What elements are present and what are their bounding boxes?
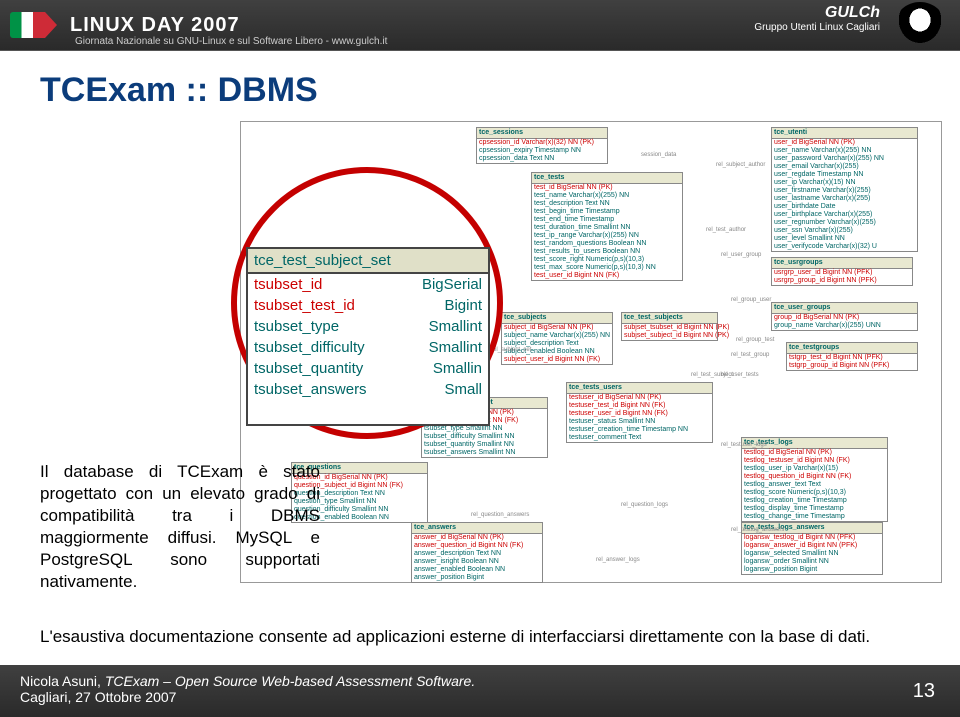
relation-label: rel_question_answers (471, 512, 529, 518)
db-table-utenti: tce_utentiuser_id BigSerial NN (PK)user_… (771, 127, 918, 252)
db-table-subjects: tce_subjectssubject_id BigSerial NN (PK)… (501, 312, 613, 365)
event-subtitle: Giornata Nazionale su GNU-Linux e sul So… (75, 36, 387, 47)
db-table-testslogs: tce_tests_logstestlog_id BigSerial NN (P… (741, 437, 888, 522)
zoom-field-row: tsubset_quantitySmallin (248, 358, 488, 379)
zoom-field-row: tsubset_test_idBigint (248, 295, 488, 316)
relation-label: rel_testlog_answers (731, 527, 784, 533)
er-diagram: tce_test_subject_set tsubset_idBigSerial… (240, 121, 942, 583)
relation-label: rel_answer_logs (596, 557, 640, 563)
event-title: LINUX DAY 2007 (70, 14, 240, 37)
zoom-field-row: tsubset_difficultySmallint (248, 337, 488, 358)
db-table-usrgroups: tce_usrgroupsusrgrp_user_id Bigint NN (P… (771, 257, 913, 286)
relation-label: rel_user_group (721, 252, 761, 258)
zoom-field-row: tsubset_idBigSerial (248, 274, 488, 295)
organization-name: GULCh (754, 4, 880, 22)
organization-subtitle: Gruppo Utenti Linux Cagliari (754, 22, 880, 33)
relation-label: rel_subject_set (491, 347, 531, 353)
paragraph-2: L'esaustiva documentazione consente ad a… (40, 626, 920, 648)
header-bar: LINUX DAY 2007 Giornata Nazionale su GNU… (0, 0, 960, 51)
zoom-field-row: tsubset_answersSmall (248, 379, 488, 400)
relation-label: rel_question_logs (621, 502, 668, 508)
relation-label: rel_test_author (706, 227, 746, 233)
relation-label: rel_group_user (731, 297, 771, 303)
db-table-sessions: tce_sessionscpsession_id Varchar(x)(32) … (476, 127, 608, 164)
footer-bar: Nicola Asuni, TCExam – Open Source Web-b… (0, 665, 960, 717)
organization-block: GULCh Gruppo Utenti Linux Cagliari (754, 4, 880, 33)
page-number: 13 (913, 680, 935, 703)
slide-content: TCExam :: DBMS tce_test_subject_set tsub… (0, 51, 960, 160)
db-table-testsubjects: tce_test_subjectssubjset_tsubset_id Bigi… (621, 312, 718, 341)
relation-label: session_data (641, 152, 676, 158)
relation-label: rel_user_tests (721, 372, 759, 378)
db-table-usergroups: tce_user_groupsgroup_id BigSerial NN (PK… (771, 302, 918, 331)
footer-line2: Cagliari, 27 Ottobre 2007 (20, 689, 940, 705)
relation-label: rel_group_test (736, 337, 774, 343)
zoom-table-name: tce_test_subject_set (248, 249, 488, 274)
footer-line1: Nicola Asuni, TCExam – Open Source Web-b… (20, 673, 940, 689)
slide-heading: TCExam :: DBMS (40, 71, 920, 110)
db-table-tests: tce_teststest_id BigSerial NN (PK)test_n… (531, 172, 683, 281)
paragraph-1: Il database di TCExam è stato progettato… (40, 461, 320, 594)
db-table-answers: tce_answersanswer_id BigSerial NN (PK)an… (411, 522, 543, 583)
zoom-field-row: tsubset_typeSmallint (248, 316, 488, 337)
relation-label: rel_subject_author (716, 162, 765, 168)
relation-label: rel_test_group (731, 352, 769, 358)
relation-label: rel_testuser_logs (721, 442, 767, 448)
italy-flag-icon (10, 12, 45, 38)
zoom-detail-box: tce_test_subject_set tsubset_idBigSerial… (246, 247, 490, 426)
db-table-testgroups: tce_testgroupststgrp_test_id Bigint NN (… (786, 342, 918, 371)
db-table-testusers: tce_tests_userstestuser_id BigSerial NN … (566, 382, 713, 443)
tux-penguin-icon (895, 2, 945, 47)
